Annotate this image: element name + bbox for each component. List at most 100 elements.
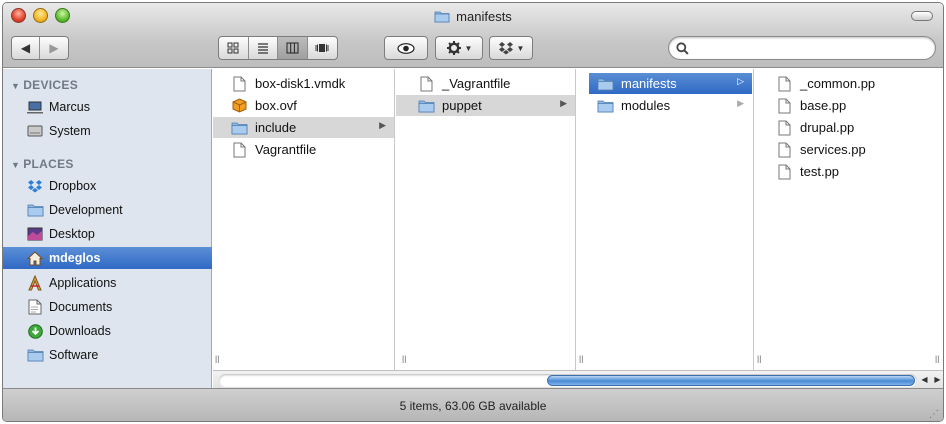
document-file-icon bbox=[776, 141, 793, 158]
sidebar-item-marcus[interactable]: Marcus bbox=[3, 96, 212, 118]
back-button[interactable]: ◀ bbox=[12, 37, 41, 59]
harddisk-icon bbox=[26, 123, 44, 139]
disclosure-arrow-icon: ▶ bbox=[560, 98, 567, 108]
file-row[interactable]: box-disk1.vmdk bbox=[213, 73, 394, 94]
scroll-thumb[interactable] bbox=[547, 375, 915, 386]
toolbar-toggle-button[interactable] bbox=[911, 11, 933, 21]
horizontal-scrollbar[interactable]: ◀ ▶ bbox=[213, 370, 943, 388]
file-name: include bbox=[255, 120, 297, 135]
sidebar-item-applications[interactable]: Applications bbox=[3, 272, 212, 294]
sidebar-item-development[interactable]: Development bbox=[3, 199, 212, 221]
coverflow-view-button[interactable] bbox=[308, 37, 337, 59]
sidebar-item-mdeglos[interactable]: mdeglos bbox=[3, 247, 212, 269]
document-file-icon bbox=[776, 119, 793, 136]
action-menu-button[interactable]: ▼ bbox=[435, 36, 483, 60]
folder-icon bbox=[231, 119, 248, 136]
sidebar-item-downloads[interactable]: Downloads bbox=[3, 320, 212, 342]
forward-button[interactable]: ▶ bbox=[40, 37, 68, 59]
column-resize-handle[interactable]: ll bbox=[579, 355, 583, 366]
sidebar-item-label: Marcus bbox=[49, 100, 90, 114]
icon-view-button[interactable] bbox=[219, 37, 249, 59]
file-name: _Vagrantfile bbox=[442, 76, 511, 91]
quicklook-button[interactable] bbox=[384, 36, 428, 60]
scroll-track[interactable] bbox=[219, 374, 917, 387]
search-field[interactable] bbox=[668, 36, 936, 60]
scroll-right-arrow-icon[interactable]: ▶ bbox=[932, 373, 943, 386]
document-file-icon bbox=[776, 97, 793, 114]
folder-row-puppet[interactable]: puppet ▶ bbox=[396, 95, 575, 116]
file-name: _common.pp bbox=[800, 76, 876, 91]
sidebar-item-documents[interactable]: Documents bbox=[3, 296, 212, 318]
dropbox-menu-button[interactable]: ▼ bbox=[489, 36, 533, 60]
titlebar: manifests ◀ ▶ ▼ ▼ bbox=[3, 3, 943, 68]
document-file-icon bbox=[776, 163, 793, 180]
disclosure-arrow-icon: ▶ bbox=[379, 120, 386, 130]
document-file-icon bbox=[231, 141, 248, 158]
search-input[interactable] bbox=[693, 40, 929, 56]
scroll-arrows: ◀ ▶ bbox=[919, 373, 943, 386]
file-name: puppet bbox=[442, 98, 482, 113]
file-row[interactable]: base.pp bbox=[755, 95, 943, 116]
sidebar-item-dropbox[interactable]: Dropbox bbox=[3, 175, 212, 197]
downloads-icon bbox=[26, 323, 44, 339]
view-mode-group bbox=[218, 36, 338, 60]
file-row[interactable]: Vagrantfile bbox=[213, 139, 394, 160]
desktop-icon bbox=[26, 226, 44, 242]
search-icon bbox=[676, 42, 689, 55]
column-resize-handle[interactable]: ll bbox=[757, 355, 761, 366]
file-row[interactable]: box.ovf bbox=[213, 95, 394, 116]
browser-column-3: manifests ▷ modules ▶ ll bbox=[577, 69, 754, 370]
sidebar: ▼ DEVICES Marcus System ▼ PLACES Dropbox D… bbox=[3, 69, 212, 388]
finder-window: manifests ◀ ▶ ▼ ▼ ▼ DEVICES Marcus Syste… bbox=[2, 2, 944, 422]
sidebar-item-system[interactable]: System bbox=[3, 120, 212, 142]
sidebar-item-label: Downloads bbox=[49, 324, 111, 338]
window-title: manifests bbox=[456, 9, 512, 24]
gear-icon bbox=[446, 41, 461, 55]
eye-icon bbox=[397, 42, 415, 54]
column-view-icon bbox=[286, 42, 299, 54]
folder-row-modules[interactable]: modules ▶ bbox=[589, 95, 752, 116]
list-view-icon bbox=[257, 43, 268, 54]
folder-icon bbox=[418, 97, 435, 114]
laptop-icon bbox=[26, 99, 44, 115]
file-name: box.ovf bbox=[255, 98, 297, 113]
file-row[interactable]: _Vagrantfile bbox=[396, 73, 575, 94]
column-resize-handle[interactable]: ll bbox=[935, 355, 939, 366]
status-bar: 5 items, 63.06 GB available ⋰ bbox=[3, 388, 943, 421]
scroll-left-arrow-icon[interactable]: ◀ bbox=[919, 373, 930, 386]
folder-icon bbox=[597, 75, 614, 92]
resize-grip-icon[interactable]: ⋰ bbox=[929, 409, 939, 420]
status-text: 5 items, 63.06 GB available bbox=[399, 399, 547, 413]
column-view-button[interactable] bbox=[278, 37, 308, 59]
file-name: modules bbox=[621, 98, 671, 113]
sidebar-item-desktop[interactable]: Desktop bbox=[3, 223, 212, 245]
file-name: base.pp bbox=[800, 98, 847, 113]
column-resize-handle[interactable]: ll bbox=[402, 355, 406, 366]
column-resize-handle[interactable]: ll bbox=[215, 355, 219, 366]
file-row[interactable]: services.pp bbox=[755, 139, 943, 160]
back-arrow-icon: ◀ bbox=[20, 41, 31, 55]
file-name: Vagrantfile bbox=[255, 142, 317, 157]
sidebar-item-software[interactable]: Software bbox=[3, 344, 212, 366]
places-header[interactable]: ▼ PLACES bbox=[11, 157, 74, 171]
home-icon bbox=[26, 250, 44, 266]
folder-icon bbox=[434, 10, 450, 26]
file-row[interactable]: drupal.pp bbox=[755, 117, 943, 138]
package-icon bbox=[231, 97, 248, 114]
documents-icon bbox=[26, 299, 44, 315]
icon-view-icon bbox=[227, 42, 239, 54]
list-view-button[interactable] bbox=[249, 37, 278, 59]
folder-row-manifests[interactable]: manifests ▷ bbox=[589, 73, 752, 94]
disclosure-arrow-icon: ▷ bbox=[737, 76, 744, 86]
file-row[interactable]: test.pp bbox=[755, 161, 943, 182]
file-name: box-disk1.vmdk bbox=[255, 76, 346, 91]
file-name: manifests bbox=[621, 76, 677, 91]
folder-row-include[interactable]: include ▶ bbox=[213, 117, 394, 138]
folder-icon bbox=[26, 202, 44, 218]
file-name: services.pp bbox=[800, 142, 866, 157]
forward-arrow-icon: ▶ bbox=[49, 41, 59, 55]
devices-header[interactable]: ▼ DEVICES bbox=[11, 78, 78, 92]
dropdown-arrow-icon: ▼ bbox=[516, 43, 525, 53]
file-row[interactable]: _common.pp bbox=[755, 73, 943, 94]
sidebar-item-label: Dropbox bbox=[49, 179, 97, 193]
